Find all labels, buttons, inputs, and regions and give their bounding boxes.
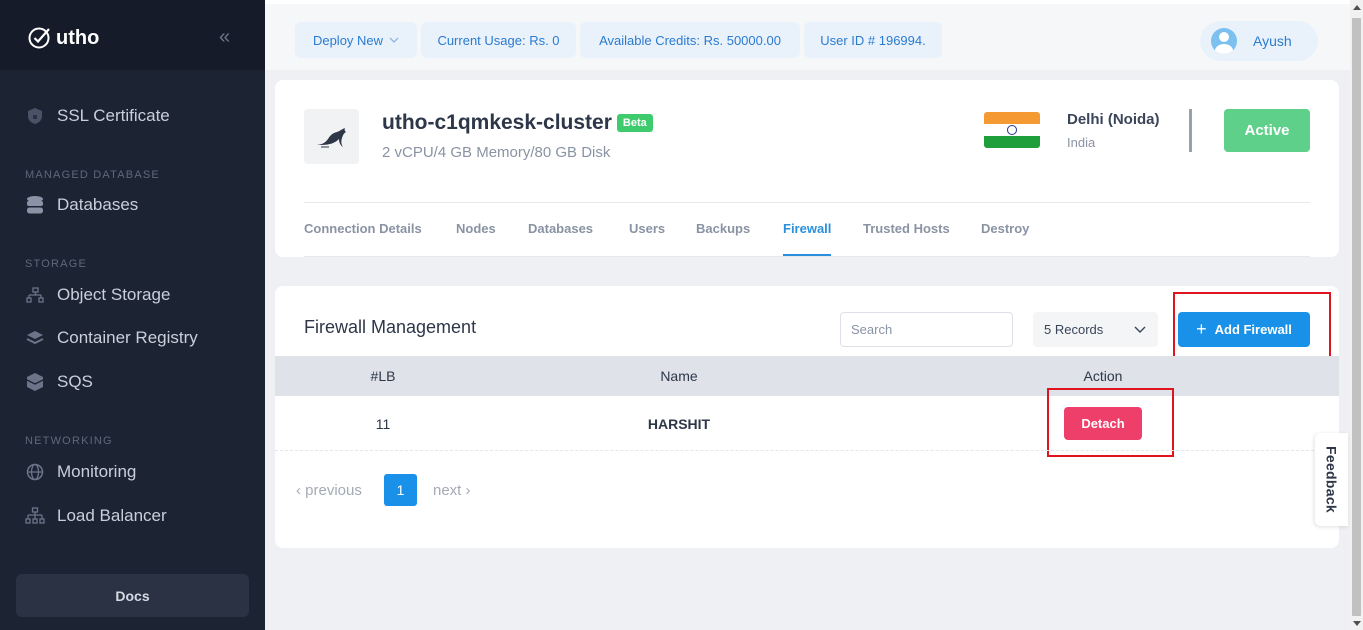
divider xyxy=(304,202,1310,203)
search-input[interactable] xyxy=(840,312,1013,347)
pagination-page[interactable]: 1 xyxy=(384,474,417,506)
cell-lb: 11 xyxy=(375,416,391,432)
layers-icon xyxy=(25,328,45,348)
avatar xyxy=(1211,28,1237,54)
location-city: Delhi (Noida) xyxy=(1067,111,1160,128)
available-credits-pill[interactable]: Available Credits: Rs. 50000.00 xyxy=(580,22,800,58)
pagination-previous[interactable]: ‹ previous xyxy=(296,482,362,499)
user-id-pill[interactable]: User ID # 196994. xyxy=(804,22,942,58)
section-managed-database: MANAGED DATABASE xyxy=(25,169,160,181)
location-country: India xyxy=(1067,135,1096,150)
user-name: Ayush xyxy=(1253,33,1292,49)
brand-logo[interactable]: utho xyxy=(27,25,99,51)
column-header-name: Name xyxy=(660,368,698,384)
logo-bar: utho « xyxy=(0,0,265,70)
sidebar-item-label: Monitoring xyxy=(57,462,137,481)
scroll-down-icon[interactable] xyxy=(1353,621,1361,626)
brand-name: utho xyxy=(56,26,100,49)
sidebar-item-label: SSL Certificate xyxy=(57,106,170,125)
beta-badge: Beta xyxy=(616,114,653,132)
object-storage-icon xyxy=(25,285,45,305)
cell-name: HARSHIT xyxy=(647,416,711,432)
cluster-specs: 2 vCPU/4 GB Memory/80 GB Disk xyxy=(382,144,611,161)
records-label: 5 Records xyxy=(1044,322,1104,337)
sidebar-item-label: Databases xyxy=(57,195,139,214)
divider xyxy=(1189,109,1192,152)
sidebar-item-label: Object Storage xyxy=(57,285,171,304)
mariadb-logo-icon xyxy=(304,109,359,164)
sidebar-item-sqs[interactable]: SQS xyxy=(25,370,93,394)
section-networking: NETWORKING xyxy=(25,435,113,447)
docs-button[interactable]: Docs xyxy=(16,574,249,617)
globe-icon xyxy=(25,462,45,482)
shield-icon xyxy=(25,106,45,126)
feedback-label: Feedback xyxy=(1323,446,1340,513)
tab-trusted-hosts[interactable]: Trusted Hosts xyxy=(863,221,950,236)
tab-databases[interactable]: Databases xyxy=(528,221,593,236)
current-usage-pill[interactable]: Current Usage: Rs. 0 xyxy=(421,22,576,58)
check-circle-icon xyxy=(28,27,50,49)
tab-destroy[interactable]: Destroy xyxy=(981,221,1029,236)
tab-firewall[interactable]: Firewall xyxy=(783,221,831,236)
status-badge[interactable]: Active xyxy=(1224,109,1310,152)
sidebar: utho « SSL Certificate MANAGED DATABASE … xyxy=(0,0,265,630)
section-storage: STORAGE xyxy=(25,258,87,270)
sidebar-item-label: SQS xyxy=(57,372,93,391)
table-row xyxy=(275,450,1339,451)
divider xyxy=(304,256,1310,257)
queue-icon xyxy=(25,372,45,392)
sidebar-item-object-storage[interactable]: Object Storage xyxy=(25,283,170,307)
database-icon xyxy=(25,195,45,215)
tab-users[interactable]: Users xyxy=(629,221,665,236)
sidebar-item-ssl-certificate[interactable]: SSL Certificate xyxy=(25,104,170,128)
pagination-next[interactable]: next › xyxy=(433,482,471,499)
firewall-title: Firewall Management xyxy=(304,317,477,337)
firewall-card: Firewall Management 5 Records + Add Fire… xyxy=(275,286,1339,548)
highlight-box xyxy=(1047,388,1174,457)
chevron-down-icon xyxy=(1134,326,1146,333)
scroll-up-icon[interactable] xyxy=(1353,5,1361,10)
column-header-action: Action xyxy=(1083,368,1123,384)
records-select[interactable]: 5 Records xyxy=(1033,312,1158,347)
user-menu[interactable]: Ayush xyxy=(1200,21,1318,61)
sidebar-item-monitoring[interactable]: Monitoring xyxy=(25,460,136,484)
network-icon xyxy=(25,506,45,526)
scrollbar[interactable] xyxy=(1350,0,1363,630)
sidebar-item-databases[interactable]: Databases xyxy=(25,193,138,217)
feedback-tab[interactable]: Feedback xyxy=(1315,433,1348,526)
scroll-thumb[interactable] xyxy=(1352,18,1361,616)
table-header xyxy=(275,356,1339,396)
tab-nodes[interactable]: Nodes xyxy=(456,221,496,236)
sidebar-item-label: Load Balancer xyxy=(57,506,167,525)
cluster-title: utho-c1qmkesk-cluster Beta xyxy=(382,111,653,135)
cluster-card: utho-c1qmkesk-cluster Beta 2 vCPU/4 GB M… xyxy=(275,80,1339,257)
chevron-down-icon xyxy=(389,37,399,43)
column-header-lb: #LB xyxy=(370,368,396,384)
deploy-new-dropdown[interactable]: Deploy New xyxy=(295,22,417,58)
india-flag-icon xyxy=(984,112,1040,148)
sidebar-item-load-balancer[interactable]: Load Balancer xyxy=(25,504,167,528)
deploy-new-label: Deploy New xyxy=(312,32,384,48)
sidebar-item-label: Container Registry xyxy=(57,328,198,347)
highlight-box xyxy=(1173,292,1331,359)
sidebar-item-container-registry[interactable]: Container Registry xyxy=(25,326,198,350)
collapse-sidebar-icon[interactable]: « xyxy=(219,27,230,47)
topbar: Deploy New Current Usage: Rs. 0 Availabl… xyxy=(265,0,1350,70)
tab-connection-details[interactable]: Connection Details xyxy=(304,221,422,236)
cluster-name: utho-c1qmkesk-cluster xyxy=(382,111,612,134)
tab-backups[interactable]: Backups xyxy=(696,221,750,236)
